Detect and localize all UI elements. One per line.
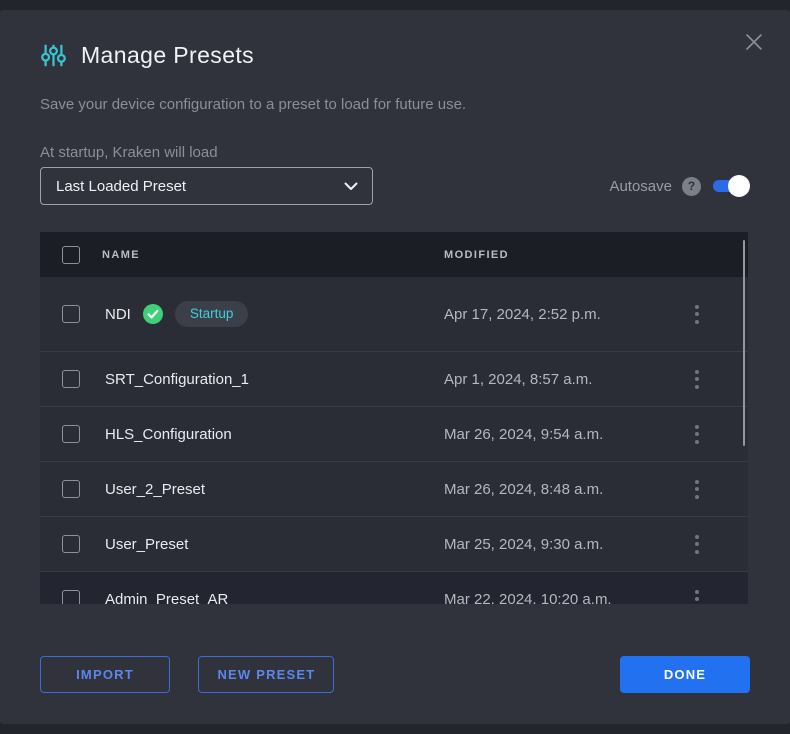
kebab-icon	[695, 590, 699, 605]
dialog-title: Manage Presets	[81, 42, 254, 69]
column-header-modified: MODIFIED	[444, 249, 682, 261]
table-row[interactable]: SRT_Configuration_1 Apr 1, 2024, 8:57 a.…	[40, 351, 748, 406]
row-menu-button[interactable]	[682, 529, 712, 559]
toggle-knob	[728, 175, 750, 197]
modified-date: Mar 26, 2024, 8:48 a.m.	[444, 481, 682, 498]
startup-load-label: At startup, Kraken will load	[40, 144, 218, 161]
manage-presets-dialog: Manage Presets Save your device configur…	[0, 10, 790, 724]
row-checkbox[interactable]	[62, 590, 80, 604]
sliders-icon	[40, 42, 67, 69]
close-icon	[741, 29, 767, 55]
preset-table-body: NDI Startup Apr 17, 2024, 2:52 p.m. SRT_…	[40, 277, 748, 604]
row-menu-button[interactable]	[682, 584, 712, 604]
startup-preset-select[interactable]: Last Loaded Preset	[40, 167, 373, 205]
table-row[interactable]: NDI Startup Apr 17, 2024, 2:52 p.m.	[40, 277, 748, 351]
close-button[interactable]	[741, 29, 767, 55]
preset-name: SRT_Configuration_1	[105, 371, 249, 388]
autosave-toggle[interactable]	[713, 175, 750, 197]
table-row[interactable]: User_2_Preset Mar 26, 2024, 8:48 a.m.	[40, 461, 748, 516]
row-menu-button[interactable]	[682, 474, 712, 504]
column-header-name: NAME	[102, 249, 444, 261]
row-checkbox[interactable]	[62, 370, 80, 388]
preset-name: NDI	[105, 306, 131, 323]
modified-date: Mar 26, 2024, 9:54 a.m.	[444, 426, 682, 443]
kebab-icon	[695, 480, 699, 499]
kebab-icon	[695, 535, 699, 554]
modified-date: Apr 17, 2024, 2:52 p.m.	[444, 306, 682, 323]
row-checkbox[interactable]	[62, 305, 80, 323]
table-row[interactable]: HLS_Configuration Mar 26, 2024, 9:54 a.m…	[40, 406, 748, 461]
table-scrollbar-thumb[interactable]	[743, 240, 745, 446]
dialog-header: Manage Presets	[40, 42, 254, 69]
new-preset-button[interactable]: NEW PRESET	[198, 656, 334, 693]
kebab-icon	[695, 425, 699, 444]
row-menu-button[interactable]	[682, 364, 712, 394]
row-checkbox[interactable]	[62, 480, 80, 498]
startup-preset-select-value: Last Loaded Preset	[56, 178, 186, 195]
table-row[interactable]: User_Preset Mar 25, 2024, 9:30 a.m.	[40, 516, 748, 571]
preset-name: User_Preset	[105, 536, 188, 553]
row-checkbox[interactable]	[62, 535, 80, 553]
row-menu-button[interactable]	[682, 299, 712, 329]
startup-badge: Startup	[175, 301, 249, 327]
preset-name: Admin_Preset_AR	[105, 591, 228, 605]
row-menu-button[interactable]	[682, 419, 712, 449]
row-checkbox[interactable]	[62, 425, 80, 443]
modified-date: Apr 1, 2024, 8:57 a.m.	[444, 371, 682, 388]
autosave-label: Autosave	[609, 178, 672, 195]
kebab-icon	[695, 305, 699, 324]
table-header-row: NAME MODIFIED	[40, 232, 748, 277]
dialog-subtitle: Save your device configuration to a pres…	[40, 96, 466, 113]
help-icon[interactable]: ?	[682, 177, 701, 196]
modified-date: Mar 25, 2024, 9:30 a.m.	[444, 536, 682, 553]
select-all-checkbox[interactable]	[62, 246, 80, 264]
chevron-down-icon	[344, 182, 358, 191]
table-row[interactable]: Admin_Preset_AR Mar 22, 2024, 10:20 a.m.	[40, 571, 748, 604]
preset-name: HLS_Configuration	[105, 426, 232, 443]
import-button[interactable]: IMPORT	[40, 656, 170, 693]
preset-name: User_2_Preset	[105, 481, 205, 498]
autosave-control: Autosave ?	[609, 174, 750, 198]
modified-date: Mar 22, 2024, 10:20 a.m.	[444, 591, 682, 605]
dialog-footer: IMPORT NEW PRESET DONE	[40, 656, 750, 693]
done-button[interactable]: DONE	[620, 656, 750, 693]
presets-table: NAME MODIFIED NDI Startup Apr 17, 2024, …	[40, 232, 748, 604]
kebab-icon	[695, 370, 699, 389]
active-check-icon	[143, 304, 163, 324]
